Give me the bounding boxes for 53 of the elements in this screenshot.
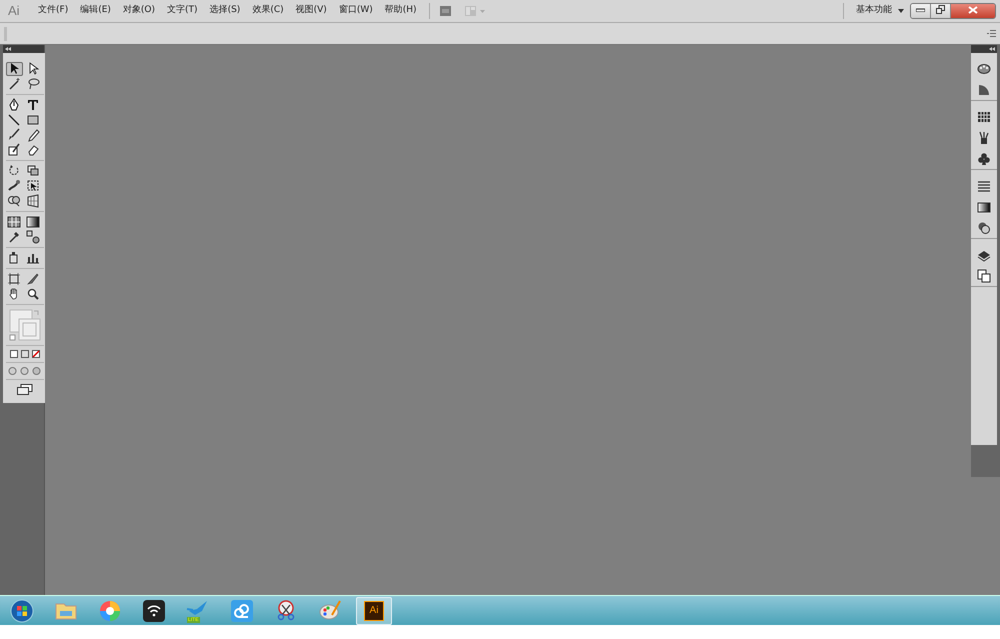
restore-icon bbox=[936, 5, 945, 14]
tool-button[interactable] bbox=[6, 215, 22, 229]
tool-button[interactable] bbox=[24, 179, 42, 193]
palette-brush-icon bbox=[318, 598, 342, 622]
start-orb-icon bbox=[10, 598, 34, 622]
tool-button[interactable] bbox=[24, 194, 42, 208]
palette-icon[interactable] bbox=[975, 61, 993, 77]
menu-item[interactable]: 效果(C) bbox=[246, 4, 290, 18]
draw-inside-icon[interactable] bbox=[32, 367, 41, 375]
menu-item[interactable]: 视图(V) bbox=[290, 4, 333, 18]
menu-item[interactable]: 窗口(W) bbox=[332, 4, 379, 18]
dropdown-arrow-icon[interactable] bbox=[898, 9, 904, 13]
screen-mode-icon[interactable] bbox=[16, 384, 32, 395]
tool-button[interactable] bbox=[6, 194, 22, 208]
menu-item[interactable]: 选择(S) bbox=[204, 4, 246, 18]
tool-button[interactable] bbox=[6, 62, 22, 76]
cloud-app-icon bbox=[230, 598, 254, 622]
tool-button[interactable] bbox=[6, 179, 22, 193]
close-icon bbox=[968, 6, 978, 14]
menu-item[interactable]: 帮助(H) bbox=[378, 4, 423, 18]
swatches-grid-icon[interactable] bbox=[975, 109, 993, 125]
collapse-icon[interactable] bbox=[989, 47, 995, 51]
close-button[interactable] bbox=[951, 4, 995, 18]
restore-button[interactable] bbox=[931, 4, 951, 18]
tool-button[interactable] bbox=[24, 113, 42, 127]
menu-item[interactable]: 文字(T) bbox=[161, 4, 204, 18]
color-fill-icon[interactable] bbox=[10, 350, 18, 358]
minimize-icon bbox=[916, 8, 925, 12]
menu-item[interactable]: 文件(F) bbox=[32, 4, 74, 18]
tool-button[interactable] bbox=[6, 272, 22, 286]
tool-button[interactable] bbox=[24, 230, 42, 244]
draw-normal-icon[interactable] bbox=[8, 367, 17, 375]
fill-stroke-swatch-icon[interactable] bbox=[8, 309, 40, 341]
artboards-icon[interactable] bbox=[975, 268, 993, 284]
taskbar-button[interactable]: Ai bbox=[356, 596, 392, 624]
minimize-button[interactable] bbox=[911, 4, 931, 18]
no-fill-icon[interactable] bbox=[32, 350, 40, 358]
workspace-switcher[interactable]: 基本功能 bbox=[850, 4, 898, 18]
menu-item[interactable]: 编辑(E) bbox=[74, 4, 117, 18]
draw-behind-icon[interactable] bbox=[20, 367, 29, 375]
pinwheel-icon bbox=[98, 598, 122, 622]
tool-button[interactable] bbox=[6, 143, 22, 157]
menu-item[interactable]: 对象(O) bbox=[116, 4, 162, 18]
wifi-icon bbox=[142, 598, 166, 622]
collapse-icon[interactable] bbox=[5, 47, 11, 51]
panel-menu-icon[interactable] bbox=[987, 30, 996, 37]
tool-button[interactable] bbox=[24, 215, 42, 229]
tool-button[interactable] bbox=[24, 251, 42, 265]
bridge-icon[interactable] bbox=[440, 6, 451, 16]
app-logo: Ai bbox=[7, 2, 21, 20]
app-logo-icon: Ai bbox=[364, 600, 384, 620]
gradient-fill-icon[interactable] bbox=[20, 350, 28, 358]
tool-button[interactable] bbox=[24, 164, 42, 178]
